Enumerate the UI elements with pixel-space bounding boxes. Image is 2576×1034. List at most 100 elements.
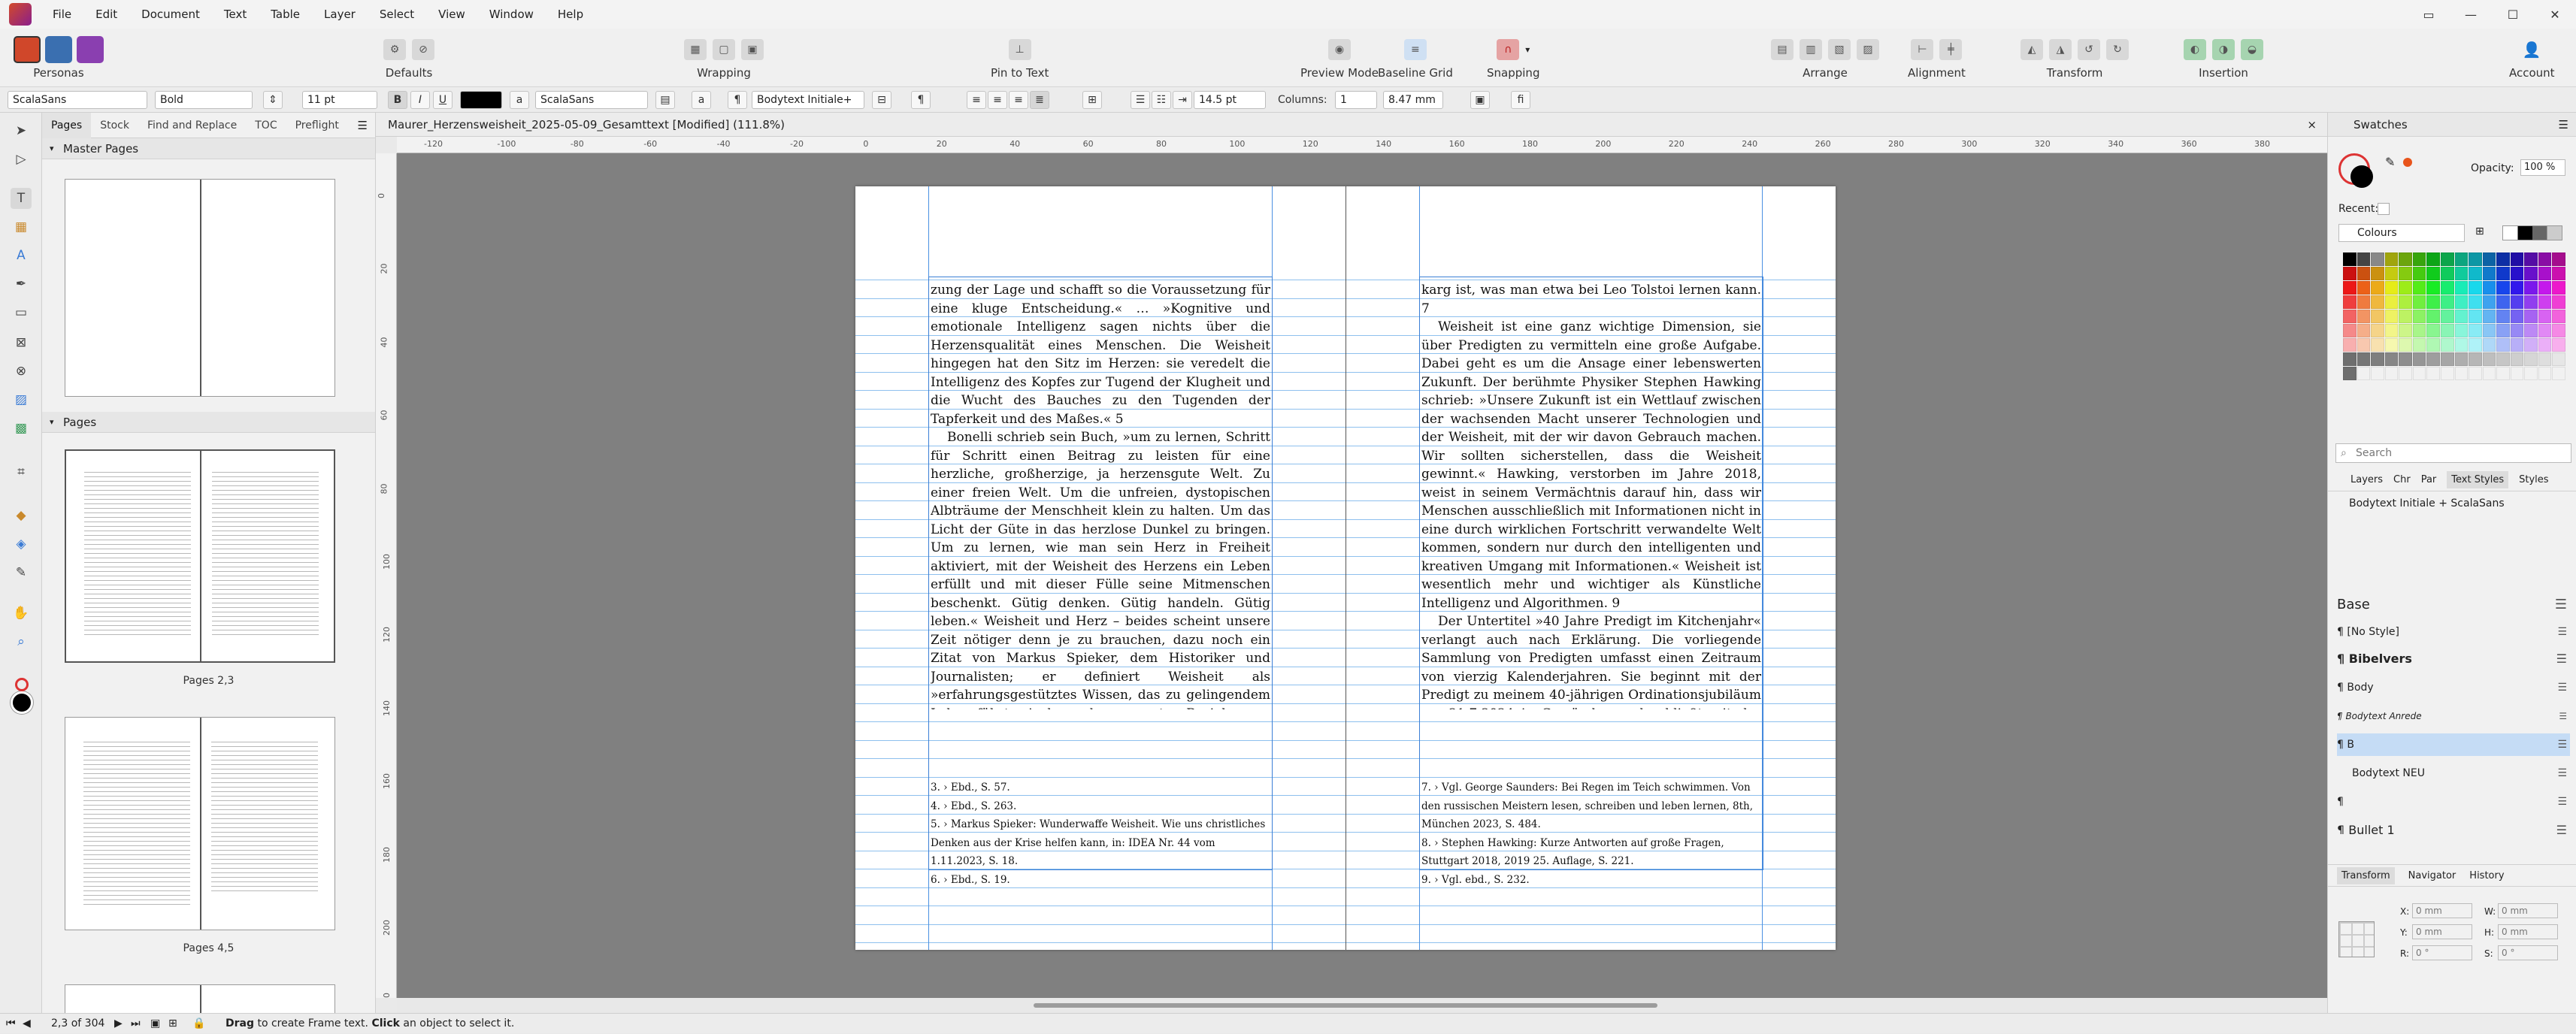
wrap-icon[interactable]: ▦ [684,39,707,60]
palette-select[interactable]: Colours [2338,224,2465,242]
spread-view-icon[interactable]: ⊞ [168,1014,177,1034]
node-tool-icon[interactable]: ▷ [11,149,32,170]
account-user-icon[interactable]: 👤 [2520,39,2543,60]
color-swatch[interactable] [2510,281,2524,295]
color-swatch[interactable] [2538,324,2552,337]
color-swatch[interactable] [2482,310,2496,323]
color-swatch[interactable] [2371,252,2384,266]
color-swatch[interactable] [2496,324,2510,337]
style-menu-icon[interactable]: ☰ [2559,705,2567,727]
color-swatch[interactable] [2371,338,2384,352]
color-swatch[interactable] [2524,367,2538,380]
color-swatch[interactable] [2524,252,2538,266]
secondary-font-select[interactable]: ScalaSans [535,91,648,109]
color-swatch[interactable] [2454,267,2469,280]
palette-grid-icon[interactable]: ⊞ [2475,225,2484,237]
rotate-left-icon[interactable]: ↺ [2078,39,2100,60]
pin-icon[interactable]: ⊥ [1008,39,1031,60]
color-swatch[interactable] [2399,267,2412,280]
ligatures-button[interactable]: fi [1511,91,1530,109]
color-swatch[interactable] [2552,267,2565,280]
page-spread[interactable]: zung der Lage und schafft so die Vorauss… [855,186,1836,950]
color-swatch[interactable] [2426,281,2440,295]
x-field[interactable]: 0 mm [2412,903,2472,918]
lowercase-a-icon[interactable]: a [692,91,711,109]
color-swatch[interactable] [2343,310,2357,323]
opacity-field[interactable]: 100 % [2520,159,2565,176]
color-swatch[interactable] [2426,352,2440,366]
align-center-text-icon[interactable]: ≡ [988,91,1007,109]
tab-layers[interactable]: Layers [2350,474,2383,485]
pen-tool-icon[interactable]: ✒ [11,274,32,295]
artistic-text-tool-icon[interactable]: A [11,245,32,266]
style-menu-icon[interactable]: ☰ [2556,648,2567,670]
tab-swatches[interactable]: Swatches [2354,118,2408,132]
color-swatch[interactable] [2552,338,2565,352]
color-swatch[interactable] [2440,281,2454,295]
underline-button[interactable]: U [433,91,453,109]
color-swatch[interactable] [2412,310,2426,323]
font-size-stepper-icon[interactable]: ⇕ [263,91,283,109]
color-swatch[interactable] [2510,324,2524,337]
flip-h-icon[interactable]: ◭ [2021,39,2043,60]
color-swatch[interactable] [2412,352,2426,366]
rotation-field[interactable]: 0 ° [2412,945,2472,960]
color-swatch[interactable] [2384,310,2399,323]
color-swatch[interactable] [2412,367,2426,380]
last-page-icon[interactable]: ⏭ [131,1014,141,1034]
style-no-style[interactable]: ¶ [No Style] ☰ [2337,621,2570,643]
paragraph-style-select[interactable]: Bodytext Initiale+ [752,91,864,109]
style-menu-icon[interactable]: ☰ [2557,762,2567,785]
next-page-icon[interactable]: ▶ [114,1014,123,1034]
color-swatch[interactable] [2482,352,2496,366]
anchor-point-icon[interactable] [2338,921,2375,957]
color-swatch[interactable] [2440,352,2454,366]
tab-find-replace[interactable]: Find and Replace [138,113,246,138]
swatch-grid[interactable] [2343,252,2565,388]
style-menu-icon[interactable]: ☰ [2557,676,2567,699]
color-swatch[interactable] [2399,281,2412,295]
color-swatch[interactable] [2510,252,2524,266]
style-menu-icon[interactable]: ☰ [2556,819,2567,834]
color-swatch[interactable] [2552,310,2565,323]
current-color-dot[interactable] [2403,158,2412,167]
color-swatch[interactable] [2412,295,2426,309]
color-swatch[interactable] [2538,338,2552,352]
menu-layer[interactable]: Layer [312,8,368,21]
move-tool-icon[interactable]: ➤ [11,120,32,141]
color-swatch[interactable] [2538,367,2552,380]
color-swatch[interactable] [2371,367,2384,380]
picture-frame-tool-icon[interactable]: ⊠ [11,332,32,353]
color-swatch[interactable] [2412,267,2426,280]
rotate-right-icon[interactable]: ↻ [2106,39,2129,60]
arrange-backward-icon[interactable]: ▥ [1800,39,1822,60]
y-field[interactable]: 0 mm [2412,924,2472,939]
defaults-reset-icon[interactable]: ⊘ [412,39,434,60]
panel-menu-icon[interactable]: ☰ [358,119,368,132]
color-swatch[interactable] [2426,267,2440,280]
style-body[interactable]: ¶ Body ☰ [2337,676,2570,699]
color-swatch[interactable] [2357,367,2371,380]
swatches-menu-icon[interactable]: ☰ [2559,113,2568,137]
color-swatch[interactable] [2454,252,2469,266]
quick-swatches[interactable] [2502,225,2562,240]
color-swatch[interactable] [2454,324,2469,337]
first-page-icon[interactable]: ⏮ [6,1014,16,1034]
color-swatch[interactable] [2454,295,2469,309]
pasteboard[interactable]: zung der Lage und schafft so die Vorauss… [397,153,2327,998]
color-swatch[interactable] [2496,310,2510,323]
color-swatch[interactable] [2412,338,2426,352]
color-swatch[interactable] [2343,338,2357,352]
defaults-gear-icon[interactable]: ⚙ [383,39,406,60]
tab-toc[interactable]: TOC [246,113,286,138]
menu-view[interactable]: View [426,8,477,21]
align-right-text-icon[interactable]: ≡ [1009,91,1028,109]
color-swatch[interactable] [2538,310,2552,323]
color-swatch[interactable] [2469,295,2482,309]
style-bodytext-neu[interactable]: Bodytext NEU ☰ [2337,762,2570,785]
tab-text-styles[interactable]: Text Styles [2447,471,2509,488]
color-swatch[interactable] [2538,295,2552,309]
master-pages-header[interactable]: ▾ Master Pages [42,138,375,159]
color-swatch[interactable] [2426,367,2440,380]
color-swatch[interactable] [2357,281,2371,295]
